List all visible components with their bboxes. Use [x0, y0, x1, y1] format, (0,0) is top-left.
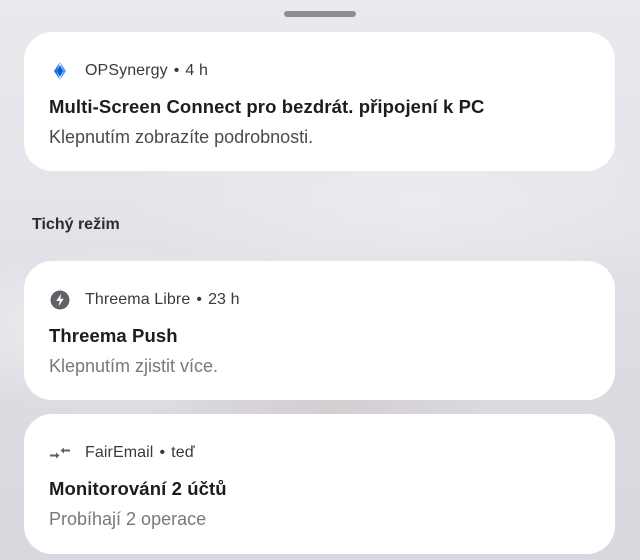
- notification-time: teď: [171, 444, 195, 461]
- notification-card-opsynergy[interactable]: OPSynergy • 4 h Multi-Screen Connect pro…: [24, 32, 615, 171]
- separator-dot: •: [196, 291, 203, 308]
- separator-dot: •: [173, 62, 180, 79]
- drag-handle[interactable]: [284, 11, 356, 17]
- notification-text: Klepnutím zjistit více.: [49, 356, 219, 376]
- notification-text: Klepnutím zobrazíte podrobnosti.: [49, 127, 314, 147]
- notification-card-threema[interactable]: Threema Libre • 23 h Threema Push Klepnu…: [24, 261, 615, 400]
- opsynergy-icon: [49, 60, 71, 82]
- app-name: Threema Libre: [85, 291, 191, 308]
- app-name: FairEmail: [85, 444, 154, 461]
- notification-title: Monitorování 2 účtů: [49, 478, 227, 499]
- notification-title: Multi-Screen Connect pro bezdrát. připoj…: [49, 96, 485, 117]
- notification-header: FairEmail • teď: [49, 441, 195, 465]
- silent-section-label: Tichý režim: [32, 216, 120, 233]
- notification-card-fairemail[interactable]: FairEmail • teď Monitorování 2 účtů Prob…: [24, 414, 615, 554]
- notification-title: Threema Push: [49, 325, 178, 346]
- notification-header: Threema Libre • 23 h: [49, 288, 240, 312]
- bolt-icon: [49, 289, 71, 311]
- separator-dot: •: [159, 444, 166, 461]
- notification-header: OPSynergy • 4 h: [49, 59, 208, 83]
- sync-arrows-icon: [49, 442, 71, 464]
- app-name: OPSynergy: [85, 62, 168, 79]
- notification-time: 23 h: [208, 291, 240, 308]
- notification-text: Probíhají 2 operace: [49, 509, 207, 529]
- notification-time: 4 h: [185, 62, 208, 79]
